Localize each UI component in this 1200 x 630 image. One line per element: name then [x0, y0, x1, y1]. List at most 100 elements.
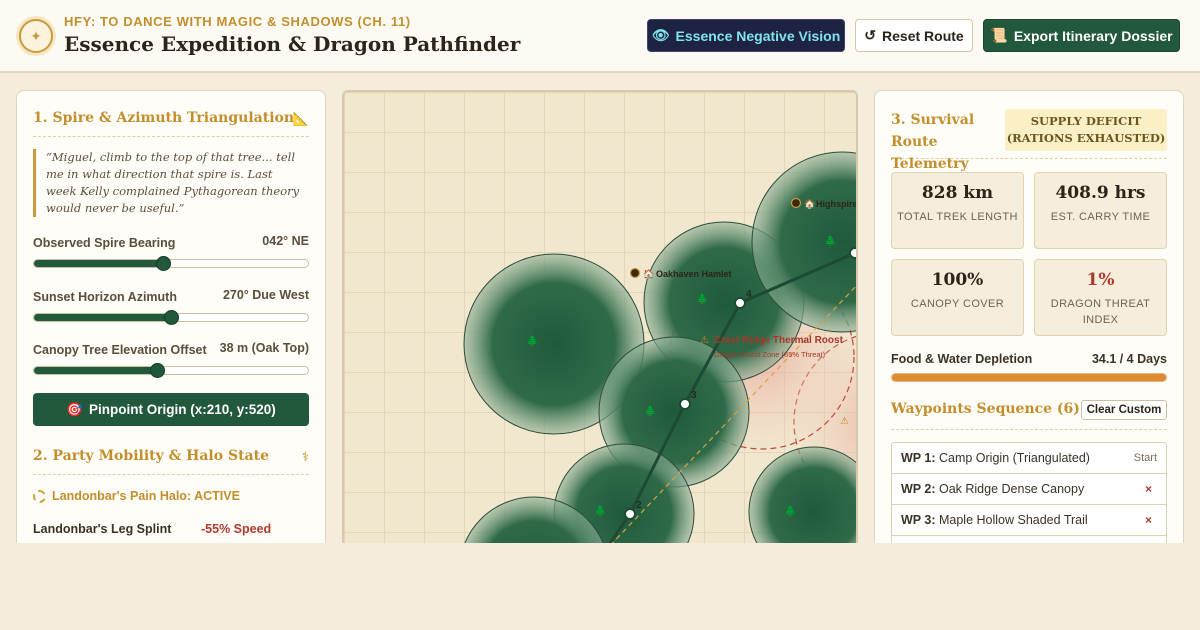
section3-title: 3. Survival Route Telemetry	[891, 112, 975, 172]
telemetry-panel: 3. Survival Route Telemetry SUPPLY DEFIC…	[874, 90, 1184, 560]
supply-deficit-badge: SUPPLY DEFICIT (RATIONS EXHAUSTED)	[1005, 109, 1167, 151]
slider-fill	[34, 260, 163, 267]
trek-length-label: TOTAL TREK LENGTH	[897, 211, 1018, 223]
landmark-dot[interactable]	[629, 267, 641, 279]
slider-track[interactable]	[33, 310, 309, 325]
dragon-threat-value: 1%	[1086, 270, 1115, 290]
section2-header: 2. Party Mobility & Halo State ⚕	[33, 447, 309, 475]
waypoint-marker[interactable]	[849, 247, 858, 259]
oakhaven-icon: 🏠	[643, 269, 654, 279]
essence-vision-label: Essence Negative Vision	[675, 27, 841, 44]
slider-thumb[interactable]	[155, 256, 171, 271]
tree-icon: 🌲	[644, 404, 656, 417]
story-kicker: HFY: TO DANCE WITH MAGIC & SHADOWS (CH. …	[64, 14, 411, 29]
highspire-label: Highspire	[816, 199, 858, 209]
slider-thumb[interactable]	[150, 363, 166, 378]
clear-custom-button[interactable]: Clear Custom	[1081, 400, 1167, 420]
medical-staff-icon: ⚕	[301, 449, 309, 464]
depletion-label: Food & Water Depletion	[891, 352, 1033, 366]
depletion-progress-fill	[892, 374, 1166, 381]
reset-route-label: Reset Route	[882, 27, 964, 44]
export-dossier-button[interactable]: 📜 Export Itinerary Dossier	[983, 19, 1180, 52]
dragon-threat-label: DRAGON THREAT INDEX	[1050, 298, 1151, 326]
spire-bearing-label: Observed Spire Bearing	[33, 236, 176, 250]
tree-elevation-slider[interactable]: Canopy Tree Elevation Offset 38 m (Oak T…	[33, 341, 309, 378]
trek-length-value: 828 km	[921, 183, 994, 203]
slider-thumb[interactable]	[164, 310, 179, 325]
waypoints-title: Waypoints Sequence (6)	[891, 401, 1080, 417]
depletion-value: 34.1 / 4 Days	[1091, 352, 1167, 366]
halo-status-text: Landonbar's Pain Halo: ACTIVE	[52, 489, 240, 503]
waypoint-marker[interactable]	[624, 508, 636, 520]
sunset-azimuth-label: Sunset Horizon Azimuth	[33, 290, 177, 304]
terrain-map-canvas[interactable]: 🌲 🌲 🌲 🌲 🌲 🌲 2 3 4 🏠 Highspire 🏠 Oakhaven…	[344, 92, 858, 560]
halo-ring-icon	[33, 489, 46, 503]
waypoint-marker[interactable]	[734, 297, 746, 309]
spire-bearing-slider[interactable]: Observed Spire Bearing 042° NE	[33, 234, 309, 271]
waypoint-id: WP 1:	[901, 451, 936, 465]
slider-fill	[34, 314, 171, 321]
oakhaven-label: Oakhaven Hamlet	[656, 269, 732, 279]
canopy-cover-label: CANOPY COVER	[910, 298, 1005, 310]
export-dossier-label: Export Itinerary Dossier	[1013, 27, 1173, 44]
list-item[interactable]: WP 2: Oak Ridge Dense Canopy ×	[892, 474, 1166, 505]
waypoint-id: WP 3:	[901, 513, 936, 527]
canopy-cover-tile: 100% CANOPY COVER	[891, 259, 1024, 336]
pinpoint-origin-button[interactable]: 🎯 Pinpoint Origin (x:210, y:520)	[33, 393, 309, 426]
page-background	[0, 543, 1200, 630]
compass-rose-icon: ✦	[19, 19, 53, 53]
section1-title: 1. Spire & Azimuth Triangulation	[33, 110, 295, 126]
reset-route-button[interactable]: ↺ Reset Route	[855, 19, 973, 52]
carry-time-value: 408.9 hrs	[1055, 183, 1146, 203]
tree-icon: 🌲	[784, 504, 796, 517]
waypoint-id: WP 2:	[901, 482, 936, 496]
waypoint-name: Oak Ridge Dense Canopy	[938, 482, 1085, 496]
slider-track[interactable]	[33, 256, 309, 271]
waypoint-number: 3	[691, 390, 697, 401]
leg-splint-label: Landonbar's Leg Splint	[33, 522, 172, 536]
tree-elevation-value: 38 m (Oak Top)	[219, 341, 309, 355]
remove-waypoint-icon[interactable]: ×	[1145, 482, 1152, 496]
carry-time-tile: 408.9 hrs EST. CARRY TIME	[1034, 172, 1167, 249]
pain-halo-status: Landonbar's Pain Halo: ACTIVE	[33, 489, 240, 503]
waypoint-name: Maple Hollow Shaded Trail	[938, 513, 1088, 527]
ruler-triangle-icon: 📐	[292, 111, 309, 126]
target-icon: 🎯	[66, 401, 83, 417]
remove-waypoint-icon[interactable]: ×	[1145, 513, 1152, 527]
list-item[interactable]: WP 3: Maple Hollow Shaded Trail ×	[892, 505, 1166, 536]
sunset-azimuth-slider[interactable]: Sunset Horizon Azimuth 270° Due West	[33, 288, 309, 325]
waypoint-number: 4	[746, 289, 752, 300]
reset-icon: ↺	[864, 27, 877, 43]
trek-length-tile: 828 km TOTAL TREK LENGTH	[891, 172, 1024, 249]
landmark-dot[interactable]	[790, 197, 802, 209]
slider-track[interactable]	[33, 363, 309, 378]
hazard-title: Crest Ridge Thermal Roost	[714, 335, 844, 346]
tree-icon: 🌲	[526, 334, 538, 347]
waypoint-name: Camp Origin (Triangulated)	[938, 451, 1090, 465]
waypoint-number: 2	[636, 500, 642, 511]
essence-vision-button[interactable]: 👁 Essence Negative Vision	[647, 19, 845, 52]
list-item[interactable]: WP 1: Camp Origin (Triangulated) Start	[892, 443, 1166, 474]
tree-icon: 🌲	[824, 234, 836, 247]
scroll-icon: 📜	[990, 27, 1008, 43]
slider-fill	[34, 367, 158, 374]
start-tag: Start	[1133, 452, 1157, 464]
eye-icon: 👁	[651, 27, 670, 43]
deficit-line2: (RATIONS EXHAUSTED)	[1006, 131, 1166, 145]
triangulation-panel: 1. Spire & Azimuth Triangulation 📐 “Migu…	[16, 90, 326, 560]
warning-icon: ⚠	[840, 416, 849, 427]
app-header: ✦ HFY: TO DANCE WITH MAGIC & SHADOWS (CH…	[0, 0, 1200, 73]
tree-icon: 🌲	[696, 292, 708, 305]
section2-title: 2. Party Mobility & Halo State	[33, 448, 269, 464]
depletion-progress-bar	[891, 373, 1167, 382]
sunset-azimuth-value: 270° Due West	[222, 288, 309, 302]
hazard-subtitle: Dragon Roost Zone (85% Threat)	[714, 350, 826, 359]
miguel-quote: “Miguel, climb to the top of that tree..…	[33, 149, 303, 217]
carry-time-label: EST. CARRY TIME	[1050, 211, 1151, 223]
waypoint-marker[interactable]	[679, 398, 691, 410]
canopy-cover-value: 100%	[931, 270, 984, 290]
spire-bearing-value: 042° NE	[262, 234, 309, 248]
leg-splint-row: Landonbar's Leg Splint -55% Speed	[33, 522, 309, 536]
terrain-map[interactable]: 🌲 🌲 🌲 🌲 🌲 🌲 2 3 4 🏠 Highspire 🏠 Oakhaven…	[342, 90, 858, 560]
dragon-threat-tile: 1% DRAGON THREAT INDEX	[1034, 259, 1167, 336]
